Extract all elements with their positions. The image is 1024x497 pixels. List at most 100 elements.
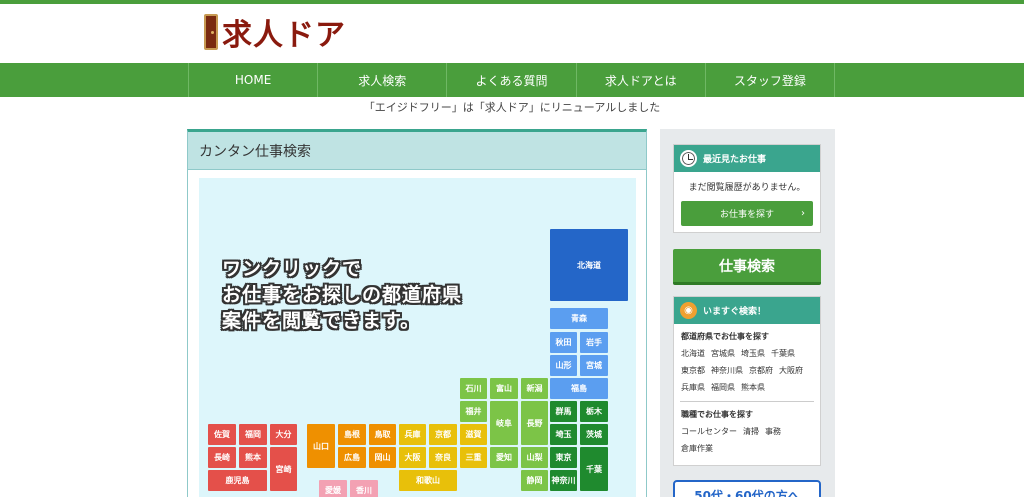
nav-home[interactable]: HOME — [189, 63, 319, 97]
door-icon — [204, 14, 218, 50]
link-saitama[interactable]: 埼玉県 — [741, 348, 765, 359]
pref-hyogo[interactable]: 兵庫 — [399, 424, 426, 445]
pref-ishikawa[interactable]: 石川 — [460, 378, 487, 399]
pref-kanagawa[interactable]: 神奈川 — [550, 470, 577, 491]
job-type-section-title: 職種でお仕事を探す — [681, 410, 753, 419]
pref-akita[interactable]: 秋田 — [550, 332, 577, 353]
recent-jobs-title: 最近見たお仕事 — [703, 155, 767, 165]
japan-map: ワンクリックで お仕事をお探しの都道府県 案件を閲覧できます。 北海道 青森 秋… — [199, 178, 636, 497]
pref-gifu[interactable]: 岐阜 — [490, 401, 518, 445]
renewal-notice: 「エイジドフリー」は「求人ドア」にリニューアルしました — [363, 101, 661, 114]
headline-line-3: 案件を閲覧できます。 — [222, 310, 421, 332]
pref-links-row-2: 東京都 神奈川県 京都府 大阪府 — [681, 365, 820, 376]
pref-shizuoka[interactable]: 静岡 — [521, 470, 548, 491]
pref-niigata[interactable]: 新潟 — [521, 378, 548, 399]
site-logo[interactable]: 求人ドア — [204, 12, 346, 53]
pref-ibaraki[interactable]: 茨城 — [580, 424, 608, 445]
pref-gunma[interactable]: 群馬 — [550, 401, 577, 422]
pref-yamaguchi[interactable]: 山口 — [307, 424, 335, 468]
quick-search-title: いますぐ検索！ — [703, 307, 767, 317]
pref-nagasaki[interactable]: 長崎 — [208, 447, 236, 468]
pref-saitama[interactable]: 埼玉 — [550, 424, 577, 445]
headline-line-1: ワンクリックで — [222, 258, 363, 280]
pref-section-title: 都道府県でお仕事を探す — [681, 332, 769, 341]
recent-jobs-header: 最近見たお仕事 — [674, 145, 820, 172]
pref-hokkaido[interactable]: 北海道 — [550, 229, 628, 301]
pref-wakayama[interactable]: 和歌山 — [399, 470, 457, 491]
nav-staff-register[interactable]: スタッフ登録 — [706, 63, 836, 97]
pref-fukushima[interactable]: 福島 — [550, 378, 608, 399]
pref-shimane[interactable]: 島根 — [338, 424, 366, 445]
link-kyoto[interactable]: 京都府 — [749, 365, 773, 376]
link-tokyo[interactable]: 東京都 — [681, 365, 705, 376]
pref-links-row-1: 北海道 宮城県 埼玉県 千葉県 — [681, 348, 820, 359]
pref-aichi[interactable]: 愛知 — [490, 447, 518, 468]
pref-saga[interactable]: 佐賀 — [208, 424, 236, 445]
pref-fukuoka[interactable]: 福岡 — [239, 424, 267, 445]
link-warehouse[interactable]: 倉庫作業 — [681, 443, 713, 454]
pref-fukui[interactable]: 福井 — [460, 401, 487, 422]
nav-faq[interactable]: よくある質問 — [447, 63, 577, 97]
pref-aomori[interactable]: 青森 — [550, 308, 608, 329]
sidebar: 最近見たお仕事 まだ閲覧履歴がありません。 お仕事を探す › 仕事検索 ◉ いま… — [660, 129, 835, 497]
pref-toyama[interactable]: 富山 — [490, 378, 518, 399]
nav-about[interactable]: 求人ドアとは — [577, 63, 706, 97]
quick-search-card: ◉ いますぐ検索！ 都道府県でお仕事を探す 北海道 宮城県 埼玉県 千葉県 東京… — [673, 296, 821, 466]
pref-miyagi[interactable]: 宮城 — [580, 355, 608, 376]
pref-kumamoto[interactable]: 熊本 — [239, 447, 267, 468]
headline-line-2: お仕事をお探しの都道府県 — [222, 284, 463, 306]
link-office[interactable]: 事務 — [765, 426, 781, 437]
top-accent-stripe — [0, 0, 1024, 4]
quick-search-header: ◉ いますぐ検索！ — [674, 297, 820, 324]
link-osaka[interactable]: 大阪府 — [779, 365, 803, 376]
map-headline: ワンクリックで お仕事をお探しの都道府県 案件を閲覧できます。 — [222, 256, 462, 334]
pref-nara[interactable]: 奈良 — [429, 447, 457, 468]
pref-iwate[interactable]: 岩手 — [580, 332, 608, 353]
wifi-icon: ◉ — [680, 302, 697, 319]
pref-nagano[interactable]: 長野 — [521, 401, 548, 445]
chevron-right-icon: › — [801, 208, 805, 219]
pref-kagoshima[interactable]: 鹿児島 — [208, 470, 267, 491]
pref-chiba[interactable]: 千葉 — [580, 447, 608, 491]
pref-miyazaki[interactable]: 宮崎 — [270, 447, 297, 491]
link-cleaning[interactable]: 清掃 — [743, 426, 759, 437]
pref-hiroshima[interactable]: 広島 — [338, 447, 366, 468]
link-hyogo[interactable]: 兵庫県 — [681, 382, 705, 393]
pref-kyoto[interactable]: 京都 — [429, 424, 457, 445]
pref-mie[interactable]: 三重 — [460, 447, 487, 468]
recent-jobs-card: 最近見たお仕事 まだ閲覧履歴がありません。 お仕事を探す › — [673, 144, 821, 233]
job-links-row-1: コールセンター 清掃 事務 — [681, 426, 820, 437]
pref-tottori[interactable]: 鳥取 — [369, 424, 396, 445]
link-call-center[interactable]: コールセンター — [681, 426, 737, 437]
pref-shiga[interactable]: 滋賀 — [460, 424, 487, 445]
pref-okayama[interactable]: 岡山 — [369, 447, 396, 468]
no-history-text: まだ閲覧履歴がありません。 — [688, 183, 806, 193]
main-navigation: HOME 求人検索 よくある質問 求人ドアとは スタッフ登録 — [0, 63, 1024, 97]
job-search-button[interactable]: 仕事検索 — [673, 249, 821, 285]
find-jobs-label: お仕事を探す — [719, 210, 774, 220]
pref-oita[interactable]: 大分 — [270, 424, 297, 445]
pref-osaka[interactable]: 大阪 — [399, 447, 426, 468]
logo-text: 求人ドア — [222, 18, 346, 53]
senior-banner[interactable]: 50代・60代の方へ — [673, 480, 821, 497]
pref-links-row-3: 兵庫県 福岡県 熊本県 — [681, 382, 820, 393]
pref-yamanashi[interactable]: 山梨 — [521, 447, 548, 468]
pref-tokyo[interactable]: 東京 — [550, 447, 577, 468]
job-links-row-2: 倉庫作業 — [681, 443, 820, 454]
link-hokkaido[interactable]: 北海道 — [681, 348, 705, 359]
section-divider — [680, 401, 814, 402]
nav-job-search[interactable]: 求人検索 — [318, 63, 448, 97]
link-miyagi[interactable]: 宮城県 — [711, 348, 735, 359]
find-jobs-button[interactable]: お仕事を探す › — [681, 201, 813, 226]
pref-kagawa[interactable]: 香川 — [350, 480, 378, 497]
panel-title: カンタン仕事検索 — [188, 132, 646, 170]
pref-yamagata[interactable]: 山形 — [550, 355, 577, 376]
link-fukuoka[interactable]: 福岡県 — [711, 382, 735, 393]
link-kumamoto[interactable]: 熊本県 — [741, 382, 765, 393]
link-chiba[interactable]: 千葉県 — [771, 348, 795, 359]
clock-icon — [680, 150, 697, 167]
pref-ehime[interactable]: 愛媛 — [319, 480, 347, 497]
easy-job-search-panel: カンタン仕事検索 ワンクリックで お仕事をお探しの都道府県 案件を閲覧できます。… — [187, 129, 647, 497]
pref-tochigi[interactable]: 栃木 — [580, 401, 608, 422]
link-kanagawa[interactable]: 神奈川県 — [711, 365, 743, 376]
